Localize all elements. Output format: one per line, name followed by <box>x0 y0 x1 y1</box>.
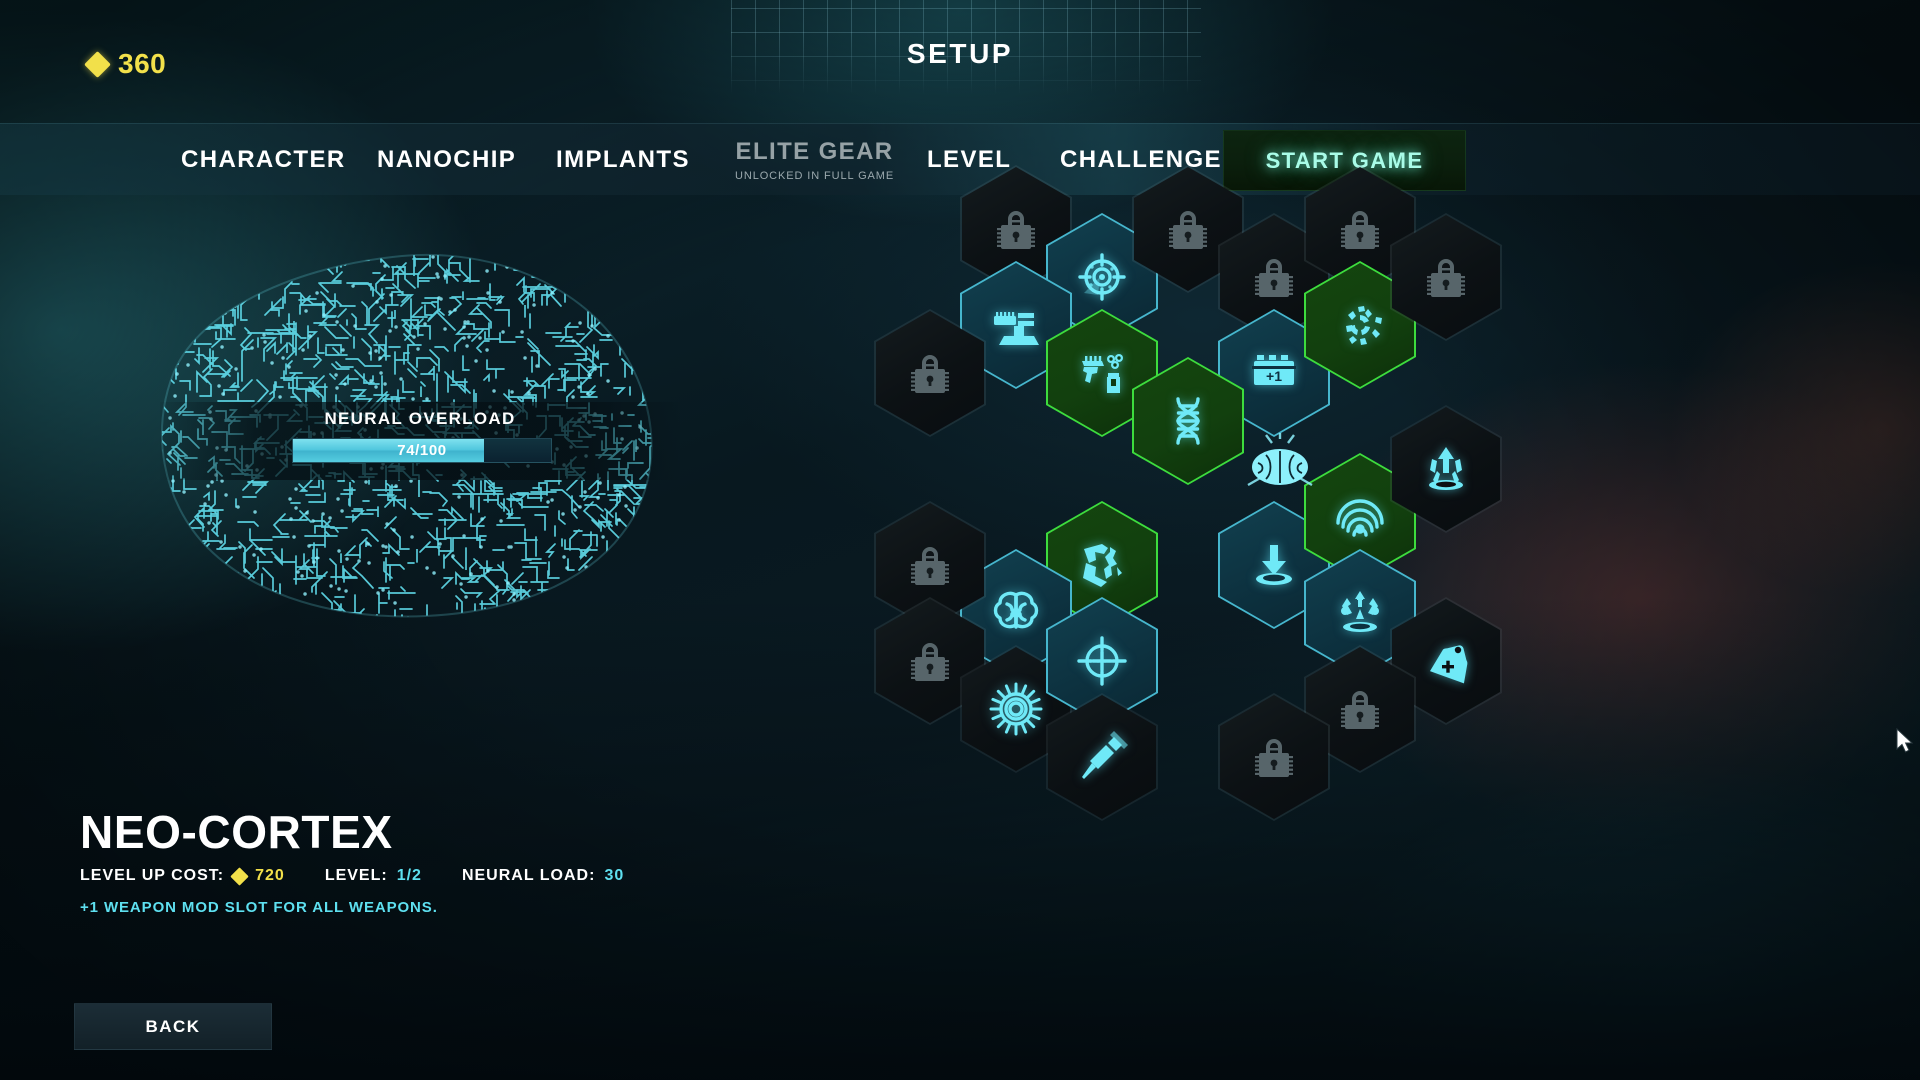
tab-label: CHARACTER <box>181 146 346 173</box>
implant-hex-tree: +1 <box>874 165 1914 821</box>
radar-scan-icon <box>1078 253 1126 301</box>
price-tag-icon <box>1429 645 1468 684</box>
lock-icon <box>911 355 949 393</box>
cost-value: 720 <box>255 867 285 884</box>
neural-overload-label: NEURAL OVERLOAD <box>324 409 516 428</box>
lock-icon <box>1341 211 1379 249</box>
tab-elite-gear: ELITE GEAR UNLOCKED IN FULL GAME <box>735 124 894 196</box>
neural-load-value: 30 <box>604 867 625 884</box>
implant-stats: LEVEL UP COST: 720 LEVEL: 1/2 NEURAL LOA… <box>80 866 625 886</box>
shield-hit-icon <box>1083 544 1122 587</box>
neural-load-label: NEURAL LOAD: <box>461 867 596 884</box>
cost-label: LEVEL UP COST: <box>80 867 225 884</box>
leap-up-icon <box>1429 447 1463 490</box>
neural-overload-bar: 74/100 <box>292 438 552 463</box>
lock-icon <box>1255 259 1293 297</box>
broken-gear-icon <box>1346 306 1382 345</box>
level-label: LEVEL: <box>324 867 388 884</box>
battery-plus-icon: +1 <box>1252 355 1296 385</box>
turret-icon <box>994 312 1039 345</box>
tab-label: IMPLANTS <box>556 146 690 173</box>
dna-icon <box>1176 397 1200 445</box>
selected-implant-detail: NEO-CORTEX LEVEL UP COST: 720 LEVEL: 1/2… <box>80 805 624 916</box>
mouse-cursor <box>1896 728 1914 753</box>
neural-overload-value: 74/100 <box>397 442 447 459</box>
tab-nanochip[interactable]: NANOCHIP <box>377 124 516 196</box>
drop-down-icon <box>1256 545 1292 585</box>
syringe-icon <box>1082 731 1128 779</box>
tab-character[interactable]: CHARACTER <box>181 124 346 196</box>
neural-overload-panel: NEURAL OVERLOAD 74/100 <box>160 402 680 480</box>
tab-implants[interactable]: IMPLANTS <box>556 124 690 196</box>
back-label: BACK <box>145 1016 201 1036</box>
lock-icon <box>1169 211 1207 249</box>
brain-chip-icon <box>993 591 1039 629</box>
lock-icon <box>911 643 949 681</box>
tab-label: ELITE GEAR <box>735 138 894 165</box>
fingerprint-icon <box>1336 499 1384 537</box>
svg-text:+1: +1 <box>1266 368 1282 384</box>
brain-core-icon <box>1247 433 1313 487</box>
weapons-icon <box>1082 354 1123 393</box>
lock-icon <box>1255 739 1293 777</box>
level-value: 1/2 <box>396 867 422 884</box>
lock-icon <box>997 211 1035 249</box>
medic-drop-icon <box>1341 591 1379 632</box>
page-title: SETUP <box>906 38 1014 69</box>
tab-sublabel: UNLOCKED IN FULL GAME <box>735 170 895 182</box>
lock-icon <box>1427 259 1465 297</box>
gem-icon-small <box>230 866 249 886</box>
tab-label: NANOCHIP <box>377 146 517 173</box>
lock-icon <box>911 547 949 585</box>
crosshair-icon <box>1077 636 1127 686</box>
implant-description: +1 WEAPON MOD SLOT FOR ALL WEAPONS. <box>80 899 438 916</box>
lock-icon <box>1341 691 1379 729</box>
implant-name: NEO-CORTEX <box>80 806 393 858</box>
burst-icon <box>989 682 1043 736</box>
back-button[interactable]: BACK <box>74 1003 272 1050</box>
